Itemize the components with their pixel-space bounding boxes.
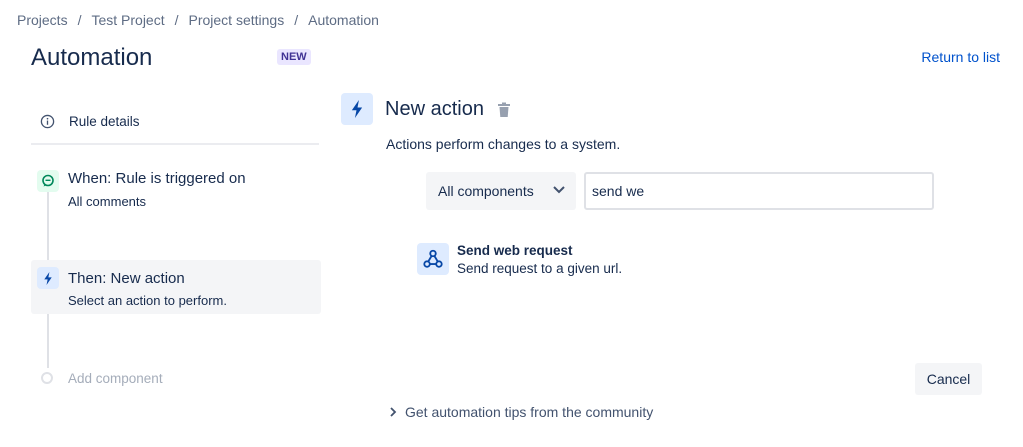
breadcrumb-separator: / xyxy=(294,12,299,28)
action-description: Actions perform changes to a system. xyxy=(386,136,621,152)
action-step-subtitle: Select an action to perform. xyxy=(68,293,227,308)
automation-tips-label: Get automation tips from the community xyxy=(405,404,654,420)
cancel-button[interactable]: Cancel xyxy=(915,363,982,395)
add-component-label: Add component xyxy=(68,370,163,386)
rule-details-label: Rule details xyxy=(69,113,140,129)
breadcrumb-test-project[interactable]: Test Project xyxy=(91,12,164,28)
search-input[interactable] xyxy=(584,172,934,210)
breadcrumb-project-settings[interactable]: Project settings xyxy=(189,12,285,28)
action-step-title: Then: New action xyxy=(68,270,185,287)
breadcrumb-projects[interactable]: Projects xyxy=(17,12,68,28)
action-step[interactable]: Then: New action Select an action to per… xyxy=(31,260,321,314)
trigger-subtitle: All comments xyxy=(68,194,147,209)
sidebar-divider xyxy=(31,143,319,145)
result-send-web-request[interactable]: Send web request Send request to a given… xyxy=(416,238,776,280)
add-component-button[interactable]: Add component xyxy=(41,368,163,388)
component-filter-value: All components xyxy=(438,183,534,199)
new-badge: NEW xyxy=(277,49,311,65)
breadcrumb: Projects / Test Project / Project settin… xyxy=(17,12,379,28)
result-subtitle: Send request to a given url. xyxy=(457,261,623,276)
comment-icon xyxy=(37,170,59,192)
trash-icon[interactable] xyxy=(497,102,511,118)
page-title: Automation xyxy=(31,44,153,71)
trigger-title: When: Rule is triggered on xyxy=(68,170,246,187)
automation-tips-link[interactable]: Get automation tips from the community xyxy=(389,403,653,421)
rule-details-item[interactable]: Rule details xyxy=(40,110,320,132)
result-title: Send web request xyxy=(457,243,573,258)
component-filter-select[interactable]: All components xyxy=(426,172,576,210)
webhook-icon xyxy=(417,243,449,275)
return-to-list-link[interactable]: Return to list xyxy=(921,49,1000,65)
trigger-step[interactable]: When: Rule is triggered on All comments xyxy=(37,168,321,218)
breadcrumb-separator: / xyxy=(174,12,179,28)
add-component-dot-icon xyxy=(41,372,53,384)
action-title: New action xyxy=(385,98,484,120)
breadcrumb-separator: / xyxy=(77,12,82,28)
chevron-down-icon xyxy=(553,186,565,194)
breadcrumb-automation[interactable]: Automation xyxy=(308,12,379,28)
info-icon xyxy=(40,114,55,128)
chevron-right-icon xyxy=(390,407,397,417)
lightning-icon xyxy=(341,93,373,125)
lightning-icon xyxy=(37,267,59,289)
